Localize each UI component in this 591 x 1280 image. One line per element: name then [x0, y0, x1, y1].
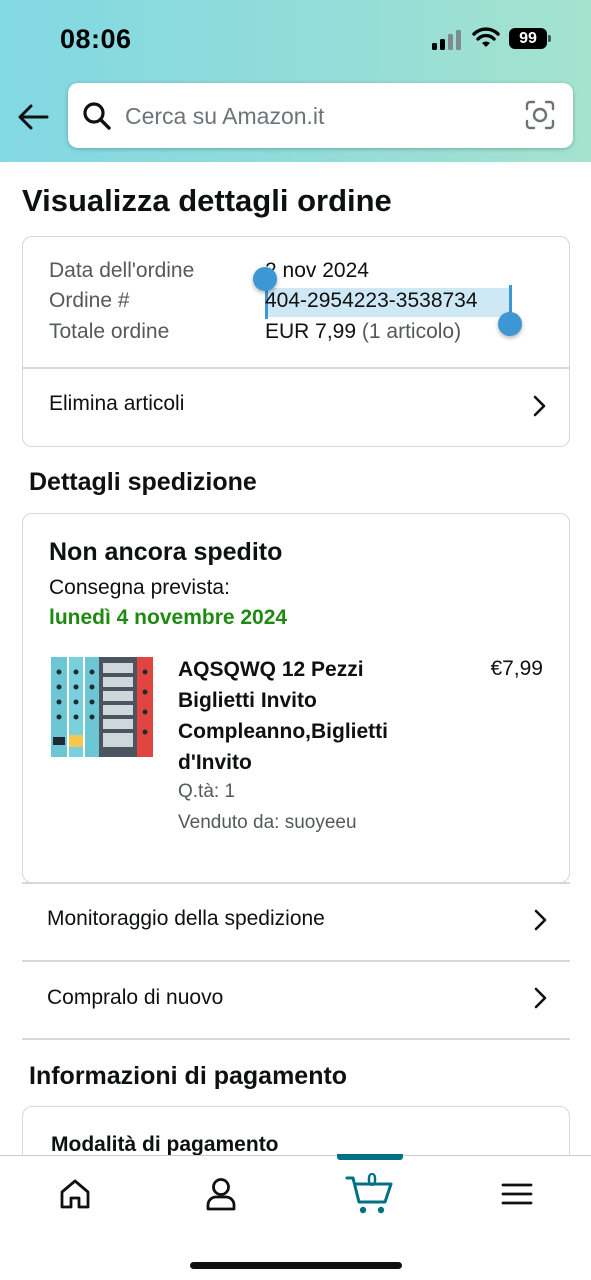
payment-method-title: Modalità di pagamento: [51, 1133, 279, 1156]
order-total-value: EUR 7,99 (1 articolo): [265, 320, 461, 344]
battery-level: 99: [509, 28, 547, 49]
buy-again-row[interactable]: Compralo di nuovo: [22, 962, 570, 1038]
delivery-date: lunedì 4 novembre 2024: [49, 606, 288, 629]
search-placeholder: Cerca su Amazon.it: [125, 103, 325, 129]
order-total-count: (1 articolo): [361, 320, 462, 343]
track-shipment-row[interactable]: Monitoraggio della spedizione: [22, 884, 570, 960]
camera-scan-icon[interactable]: [525, 100, 555, 130]
shipping-section-title: Dettagli spedizione: [29, 468, 257, 496]
delete-items-row[interactable]: Elimina articoli: [23, 368, 569, 446]
delete-items-label: Elimina articoli: [49, 392, 185, 415]
back-arrow-icon[interactable]: [16, 100, 50, 134]
search-input[interactable]: Cerca su Amazon.it: [68, 83, 573, 148]
account-icon[interactable]: [201, 1174, 241, 1214]
battery-tip: [548, 35, 551, 42]
track-shipment-label: Monitoraggio della spedizione: [47, 907, 325, 930]
order-total-label: Totale ordine: [49, 320, 170, 343]
battery-icon: 99: [509, 28, 551, 49]
home-indicator[interactable]: [190, 1262, 402, 1269]
bottom-nav-bar: 0: [0, 1154, 591, 1280]
payment-section-title: Informazioni di pagamento: [29, 1062, 348, 1090]
product-price: €7,99: [490, 657, 543, 680]
product-thumbnail[interactable]: [51, 657, 153, 757]
order-total-amount: EUR 7,99: [265, 320, 357, 343]
order-date-label: Data dell'ordine: [49, 259, 195, 282]
chevron-right-icon: [534, 987, 547, 1009]
order-date-value: 2 nov 2024: [265, 259, 369, 282]
cellular-signal-icon: [432, 30, 461, 50]
selection-end-handle[interactable]: [498, 312, 522, 336]
shipment-status: Non ancora spedito: [49, 538, 283, 566]
page-title: Visualizza dettagli ordine: [22, 183, 392, 218]
product-title[interactable]: AQSQWQ 12 Pezzi Biglietti Invito Complea…: [178, 654, 418, 778]
app-header: 08:06 99 Cerca su Amazon.it: [0, 0, 591, 162]
order-summary-card: Data dell'ordine 2 nov 2024 Ordine # 404…: [22, 236, 570, 447]
delivery-estimate-label: Consegna prevista:: [49, 576, 230, 599]
wifi-icon: [472, 27, 500, 47]
active-tab-indicator: [337, 1154, 403, 1160]
chevron-right-icon: [533, 395, 546, 417]
menu-icon[interactable]: [497, 1174, 537, 1214]
buy-again-label: Compralo di nuovo: [47, 986, 224, 1009]
divider: [22, 1038, 570, 1040]
chevron-right-icon: [534, 909, 547, 931]
order-number-label: Ordine #: [49, 289, 130, 312]
shipment-card: Non ancora spedito Consegna prevista: lu…: [22, 513, 570, 883]
status-time: 08:06: [60, 24, 132, 54]
order-number-value[interactable]: 404-2954223-3538734: [265, 289, 478, 313]
product-seller: Venduto da: suoyeeu: [178, 812, 357, 833]
product-quantity: Q.tà: 1: [178, 781, 236, 802]
search-icon: [83, 102, 111, 130]
home-icon[interactable]: [55, 1174, 95, 1214]
selection-start-handle[interactable]: [253, 267, 277, 291]
cart-count-badge: 0: [367, 1170, 378, 1190]
